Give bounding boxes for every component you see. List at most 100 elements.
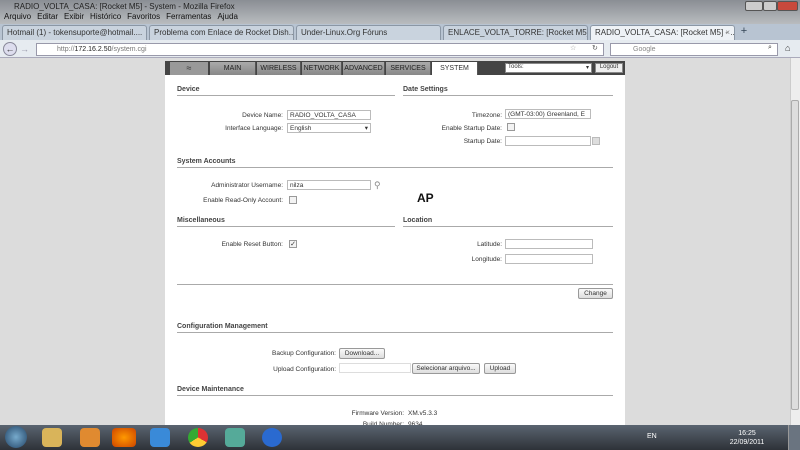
url-prefix: http:// [57,46,75,53]
tab-wireless[interactable]: WIRELESS [257,62,301,75]
browser-tab[interactable]: Hotmail (1) - tokensuporte@hotmail.... [2,25,147,40]
tools-select[interactable]: Tools: ▾ [505,63,592,73]
close-tab-icon[interactable]: × [725,28,730,37]
clock[interactable]: 16:25 22/09/2011 [722,429,772,447]
search-icon[interactable]: ⌕ [768,44,772,52]
close-button[interactable] [777,1,798,11]
scrollbar-thumb[interactable] [791,100,799,410]
admin-username-input[interactable]: nilza [287,180,371,190]
menu-favoritos[interactable]: Favoritos [127,12,160,24]
reset-button-checkbox[interactable]: ✓ [289,240,297,248]
tab-system[interactable]: SYSTEM [432,62,478,75]
firefox-icon[interactable] [112,428,136,447]
tab-strip: Hotmail (1) - tokensuporte@hotmail.... P… [0,24,800,40]
back-button[interactable]: ← [3,42,17,56]
latitude-input[interactable] [505,239,593,249]
interface-language-label: Interface Language: [225,125,283,132]
ubiquiti-logo[interactable]: ≈ [170,62,208,75]
calendar-icon[interactable] [592,137,600,145]
chevron-down-icon: ▾ [364,125,368,132]
choose-file-button[interactable]: Selecionar arquivo... [412,363,480,374]
browser-tab[interactable]: Problema com Enlace de Rocket Dish... [149,25,294,40]
tab-services[interactable]: SERVICES [386,62,431,75]
interface-language-select[interactable]: English ▾ [287,123,371,133]
tab-main[interactable]: MAIN [210,62,256,75]
start-button[interactable] [5,426,27,448]
startup-date-input[interactable] [505,136,591,146]
bookmark-star-icon[interactable]: ☆ [570,44,576,52]
reload-icon[interactable]: ↻ [592,44,598,52]
read-only-account-checkbox[interactable] [289,196,297,204]
timezone-select[interactable]: (GMT-03:00) Greenland, E [505,109,591,119]
forward-button[interactable]: → [20,44,29,54]
section-miscellaneous: Miscellaneous [177,217,395,227]
media-player-icon[interactable] [80,428,100,447]
enable-startup-date-checkbox[interactable] [507,123,515,131]
new-tab-button[interactable]: + [737,25,751,39]
longitude-label: Longitude: [471,256,502,263]
menu-ajuda[interactable]: Ajuda [217,12,237,24]
browser-tab-active[interactable]: RADIO_VOLTA_CASA: [Rocket M5] - ... × [590,25,735,40]
tab-label: ENLACE_VOLTA_TORRE: [Rocket M5]... [448,28,588,37]
home-icon[interactable]: ⌂ [785,43,790,53]
upload-configuration-label: Upload Configuration: [273,366,336,373]
chrome-icon[interactable] [188,428,208,447]
tab-label: Problema com Enlace de Rocket Dish... [154,28,294,37]
winbox-icon[interactable] [262,428,282,447]
device-name-input[interactable]: RADIO_VOLTA_CASA [287,110,371,120]
menu-arquivo[interactable]: Arquivo [4,12,31,24]
change-button[interactable]: Change [578,288,613,299]
latitude-label: Latitude: [477,241,502,248]
upload-file-input[interactable] [339,363,411,373]
browser-tab[interactable]: Under-Linux.Org Fóruns [296,25,441,40]
section-location: Location [403,217,613,227]
admin-username-label: Administrator Username: [211,182,283,189]
menu-exibir[interactable]: Exibir [64,12,84,24]
maximize-button[interactable] [763,1,777,11]
longitude-input[interactable] [505,254,593,264]
menu-editar[interactable]: Editar [37,12,58,24]
key-search-icon[interactable]: ⚲ [374,180,381,191]
internet-explorer-icon[interactable] [150,428,170,447]
timezone-label: Timezone: [471,112,502,119]
tab-network[interactable]: NETWORK [302,62,342,75]
download-button[interactable]: Download... [339,348,385,359]
section-system-accounts: System Accounts [177,158,613,168]
divider [177,284,613,285]
window-title: RADIO_VOLTA_CASA: [Rocket M5] - System -… [14,2,235,11]
browser-tab[interactable]: ENLACE_VOLTA_TORRE: [Rocket M5]... [443,25,588,40]
menu-historico[interactable]: Histórico [90,12,121,24]
read-only-account-label: Enable Read-Only Account: [203,197,283,204]
search-input[interactable]: Google [610,43,778,56]
tab-label: RADIO_VOLTA_CASA: [Rocket M5] - ... [595,28,735,37]
language-indicator[interactable]: EN [647,433,657,440]
startup-date-label: Startup Date: [463,138,502,145]
enable-startup-date-label: Enable Startup Date: [441,125,502,132]
chevron-down-icon: ▾ [585,65,589,71]
messenger-icon[interactable] [225,428,245,447]
section-configuration-management: Configuration Management [177,323,613,333]
show-desktop-button[interactable] [788,425,800,450]
tab-advanced[interactable]: ADVANCED [343,62,385,75]
clock-time: 16:25 [738,430,756,437]
timezone-value: (GMT-03:00) Greenland, E [508,111,585,118]
clock-date: 22/09/2011 [729,439,765,446]
language-value: English [290,125,312,132]
upload-button[interactable]: Upload [484,363,516,374]
firmware-version-label: Firmware Version: [351,410,404,417]
tab-label: Under-Linux.Org Fóruns [301,28,388,37]
url-path: /system.cgi [111,46,147,53]
reset-button-label: Enable Reset Button: [221,241,283,248]
tools-value: Tools: [508,64,524,70]
logout-button[interactable]: Logout [595,63,623,73]
explorer-icon[interactable] [42,428,62,447]
url-bar[interactable]: http://172.16.2.50/system.cgi [36,43,604,56]
minimize-button[interactable] [745,1,763,11]
menu-ferramentas[interactable]: Ferramentas [166,12,211,24]
menu-bar: Arquivo Editar Exibir Histórico Favorito… [0,12,238,24]
section-device: Device [177,86,395,96]
tab-label: Hotmail (1) - tokensuporte@hotmail.... [7,28,143,37]
device-name-label: Device Name: [242,112,283,119]
section-date-settings: Date Settings [403,86,613,96]
firmware-version-value: XM.v5.3.3 [408,410,438,417]
